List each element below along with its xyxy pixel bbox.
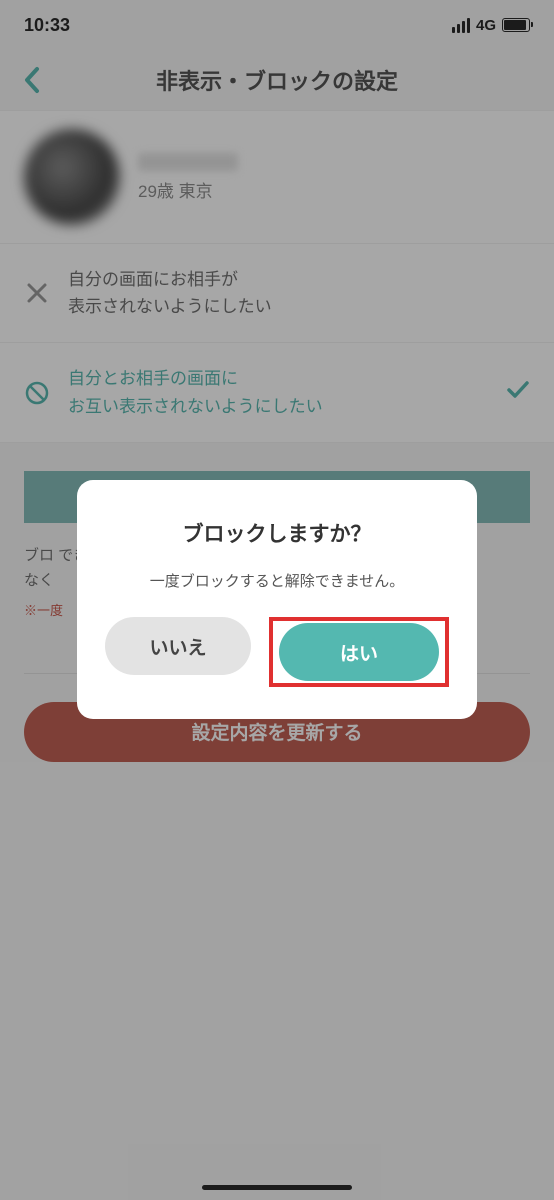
confirm-button[interactable]: はい [279, 623, 439, 681]
modal-buttons: いいえ はい [105, 617, 449, 687]
confirm-modal: ブロックしますか？ 一度ブロックすると解除できません。 いいえ はい [77, 480, 477, 719]
cancel-button[interactable]: いいえ [105, 617, 251, 675]
cancel-button-label: いいえ [149, 633, 206, 660]
confirm-button-label: はい [340, 639, 378, 666]
modal-overlay[interactable]: ブロックしますか？ 一度ブロックすると解除できません。 いいえ はい [0, 0, 554, 1200]
modal-title: ブロックしますか？ [105, 518, 449, 548]
highlight-box: はい [269, 617, 449, 687]
modal-message: 一度ブロックすると解除できません。 [105, 570, 449, 591]
